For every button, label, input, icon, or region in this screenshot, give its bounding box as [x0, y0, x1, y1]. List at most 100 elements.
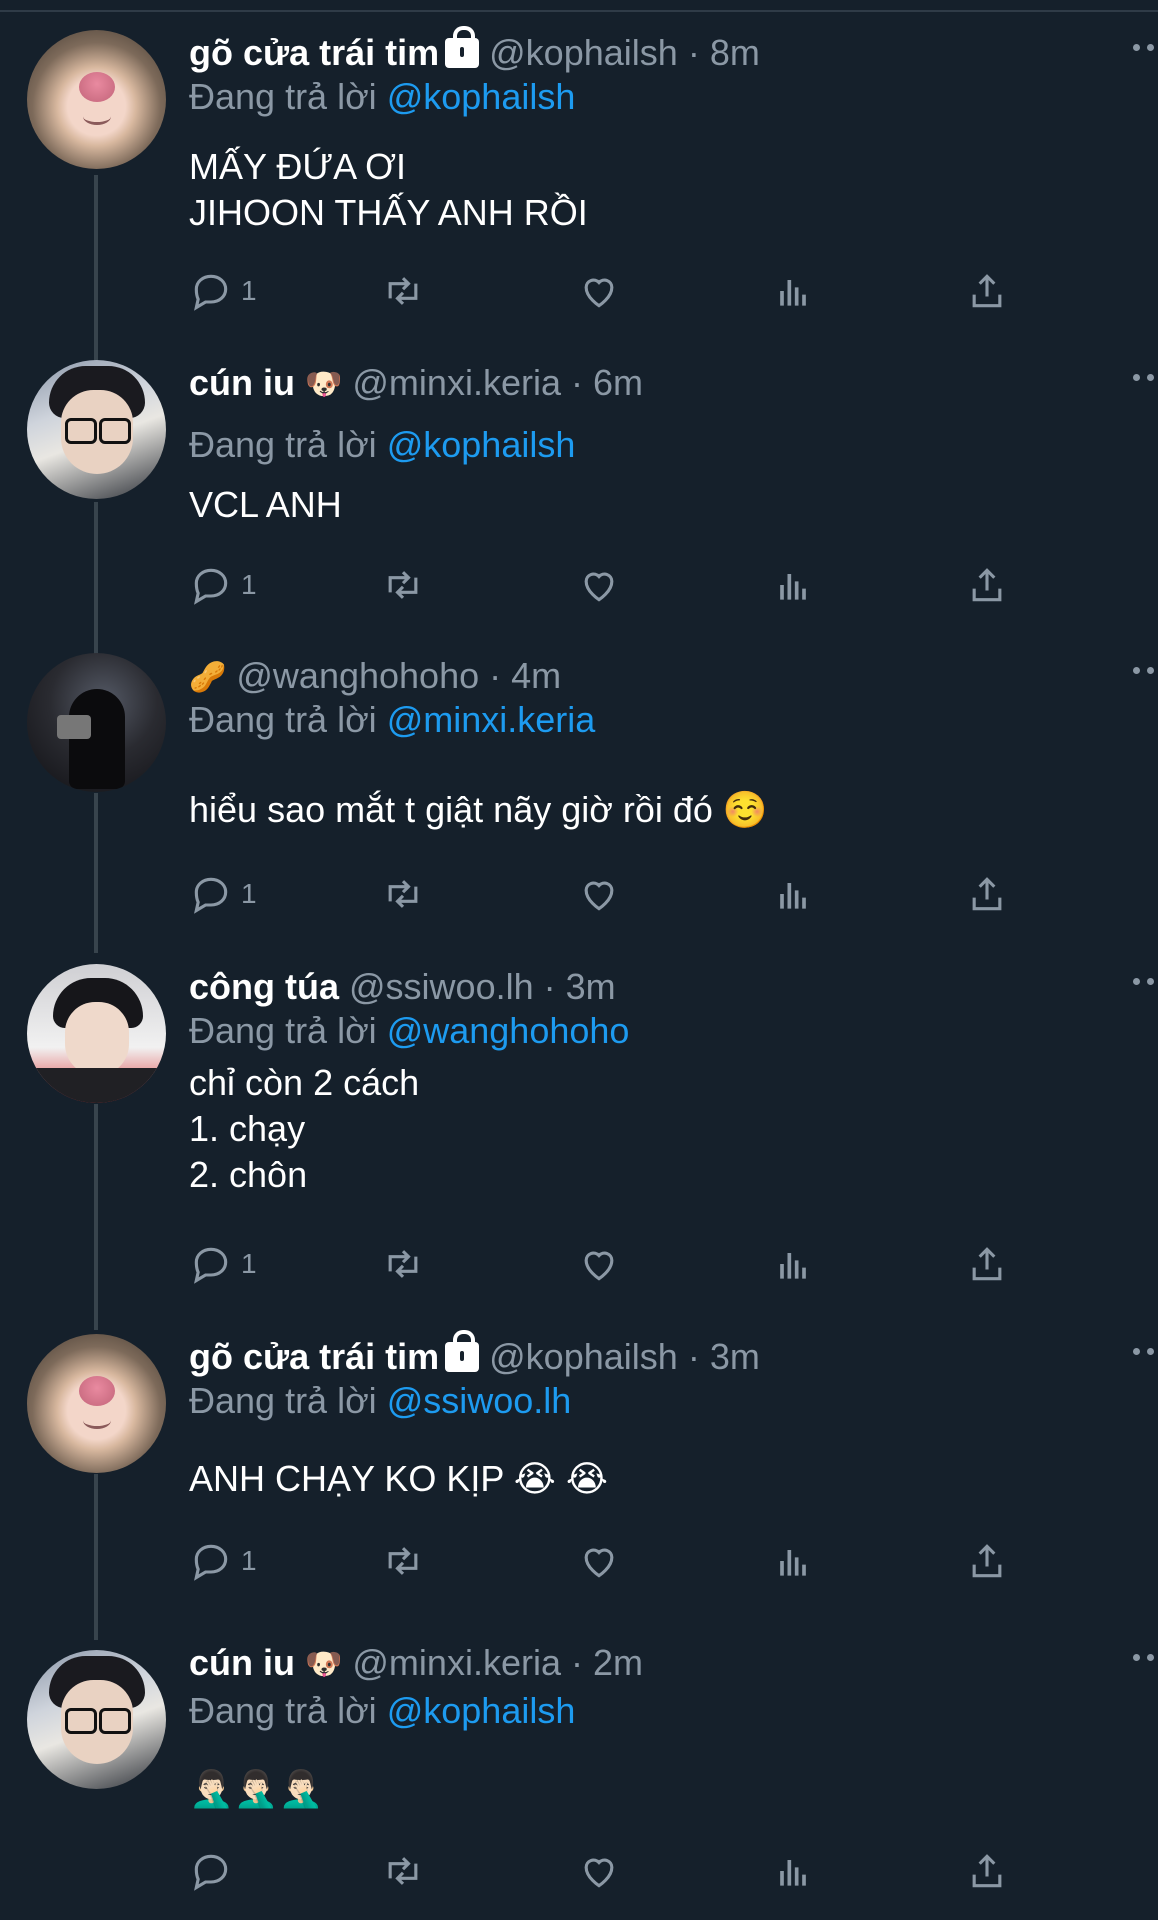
- separator: ·: [687, 32, 700, 73]
- replying-to: Đang trả lời @minxi.keria: [189, 697, 595, 743]
- reply-icon: [194, 568, 228, 605]
- share-icon: [972, 1854, 1002, 1888]
- like-icon: [584, 278, 614, 308]
- views-button[interactable]: [771, 562, 815, 608]
- share-button[interactable]: [965, 871, 1009, 917]
- reply-button[interactable]: 1: [189, 268, 257, 314]
- thread-line: [94, 793, 98, 953]
- separator: ·: [571, 1642, 583, 1683]
- tweet-6[interactable]: cún iu 🐶 @minxi.keria · 2m Đang trả lời …: [0, 1640, 1158, 1910]
- avatar[interactable]: [27, 1334, 166, 1473]
- user-handle[interactable]: @minxi.keria: [352, 362, 561, 403]
- replying-prefix: Đang trả lời: [189, 424, 377, 465]
- user-handle[interactable]: @kophailsh: [489, 1336, 678, 1377]
- retweet-button[interactable]: [381, 1848, 425, 1894]
- reply-button[interactable]: 1: [189, 1241, 257, 1287]
- separator: ·: [571, 362, 583, 403]
- views-icon: [780, 280, 806, 306]
- replying-prefix: Đang trả lời: [189, 1690, 377, 1731]
- mention-link[interactable]: @wanghohoho: [387, 1010, 630, 1051]
- timestamp[interactable]: 2m: [593, 1642, 643, 1683]
- avatar[interactable]: [27, 964, 166, 1103]
- display-name[interactable]: công túa: [189, 966, 339, 1007]
- reply-count: 1: [241, 878, 257, 909]
- mention-link[interactable]: @ssiwoo.lh: [387, 1380, 572, 1421]
- share-icon: [972, 568, 1002, 602]
- mention-link[interactable]: @kophailsh: [387, 76, 576, 117]
- retweet-button[interactable]: [381, 1241, 425, 1287]
- more-icon[interactable]: [1133, 1654, 1158, 1664]
- views-button[interactable]: [771, 1538, 815, 1584]
- user-handle[interactable]: @kophailsh: [489, 32, 678, 73]
- more-icon[interactable]: [1133, 44, 1158, 54]
- tweet-header: cún iu 🐶 @minxi.keria · 2m: [189, 1640, 643, 1686]
- share-button[interactable]: [965, 1241, 1009, 1287]
- mention-link[interactable]: @minxi.keria: [387, 699, 596, 740]
- retweet-button[interactable]: [381, 562, 425, 608]
- timestamp[interactable]: 6m: [593, 362, 643, 403]
- retweet-button[interactable]: [381, 1538, 425, 1584]
- user-handle[interactable]: @wanghohoho: [236, 655, 479, 696]
- tweet-4[interactable]: công túa @ssiwoo.lh · 3m Đang trả lời @w…: [0, 964, 1158, 1330]
- replying-to: Đang trả lời @ssiwoo.lh: [189, 1378, 571, 1424]
- like-button[interactable]: [577, 562, 621, 608]
- views-button[interactable]: [771, 1848, 815, 1894]
- display-name[interactable]: gõ cửa trái tim: [189, 32, 439, 73]
- like-button[interactable]: [577, 1241, 621, 1287]
- retweet-button[interactable]: [381, 871, 425, 917]
- retweet-icon: [388, 277, 418, 305]
- timestamp[interactable]: 3m: [710, 1336, 760, 1377]
- like-button[interactable]: [577, 871, 621, 917]
- avatar[interactable]: [27, 360, 166, 499]
- like-button[interactable]: [577, 1538, 621, 1584]
- user-handle[interactable]: @minxi.keria: [352, 1642, 561, 1683]
- views-icon: [780, 1253, 806, 1279]
- like-button[interactable]: [577, 268, 621, 314]
- reply-button[interactable]: 1: [189, 871, 257, 917]
- lock-icon: [445, 1330, 480, 1372]
- reply-icon: [194, 274, 228, 311]
- reply-icon: [194, 1247, 228, 1284]
- mention-link[interactable]: @kophailsh: [387, 424, 576, 465]
- replying-prefix: Đang trả lời: [189, 699, 377, 740]
- user-handle[interactable]: @ssiwoo.lh: [349, 966, 534, 1007]
- views-button[interactable]: [771, 1241, 815, 1287]
- share-button[interactable]: [965, 1538, 1009, 1584]
- timestamp[interactable]: 8m: [710, 32, 760, 73]
- tweet-5[interactable]: gõ cửa trái tim @kophailsh · 3m Đang trả…: [0, 1330, 1158, 1640]
- reply-button[interactable]: 1: [189, 562, 257, 608]
- avatar[interactable]: [27, 1650, 166, 1789]
- retweet-button[interactable]: [381, 268, 425, 314]
- more-icon[interactable]: [1133, 374, 1158, 384]
- timestamp[interactable]: 3m: [566, 966, 616, 1007]
- reply-button[interactable]: 1: [189, 1538, 257, 1584]
- reply-button[interactable]: [189, 1848, 241, 1894]
- views-button[interactable]: [771, 268, 815, 314]
- more-icon[interactable]: [1133, 978, 1158, 988]
- replying-prefix: Đang trả lời: [189, 1010, 377, 1051]
- like-icon: [584, 1858, 614, 1888]
- action-bar: 1: [189, 1538, 1029, 1584]
- share-button[interactable]: [965, 1848, 1009, 1894]
- share-button[interactable]: [965, 562, 1009, 608]
- display-name[interactable]: cún iu: [189, 362, 295, 403]
- display-name[interactable]: gõ cửa trái tim: [189, 1336, 439, 1377]
- tweet-2[interactable]: cún iu 🐶 @minxi.keria · 6m Đang trả lời …: [0, 360, 1158, 657]
- display-name[interactable]: cún iu: [189, 1642, 295, 1683]
- reply-count: 1: [241, 1248, 257, 1279]
- tweet-1[interactable]: gõ cửa trái tim @kophailsh · 8m Đang trả…: [0, 26, 1158, 385]
- views-button[interactable]: [771, 871, 815, 917]
- mention-link[interactable]: @kophailsh: [387, 1690, 576, 1731]
- thread-line: [94, 1474, 98, 1640]
- timestamp[interactable]: 4m: [511, 655, 561, 696]
- share-button[interactable]: [965, 268, 1009, 314]
- replying-to: Đang trả lời @kophailsh: [189, 1688, 575, 1734]
- tweet-3[interactable]: 🥜 @wanghohoho · 4m Đang trả lời @minxi.k…: [0, 653, 1158, 953]
- tweet-text: MẤY ĐỨA ƠI JIHOON THẤY ANH RỒI: [189, 146, 588, 233]
- avatar[interactable]: [27, 653, 166, 792]
- avatar[interactable]: [27, 30, 166, 169]
- more-icon[interactable]: [1133, 667, 1158, 677]
- like-button[interactable]: [577, 1848, 621, 1894]
- action-bar: 1: [189, 871, 1029, 917]
- more-icon[interactable]: [1133, 1348, 1158, 1358]
